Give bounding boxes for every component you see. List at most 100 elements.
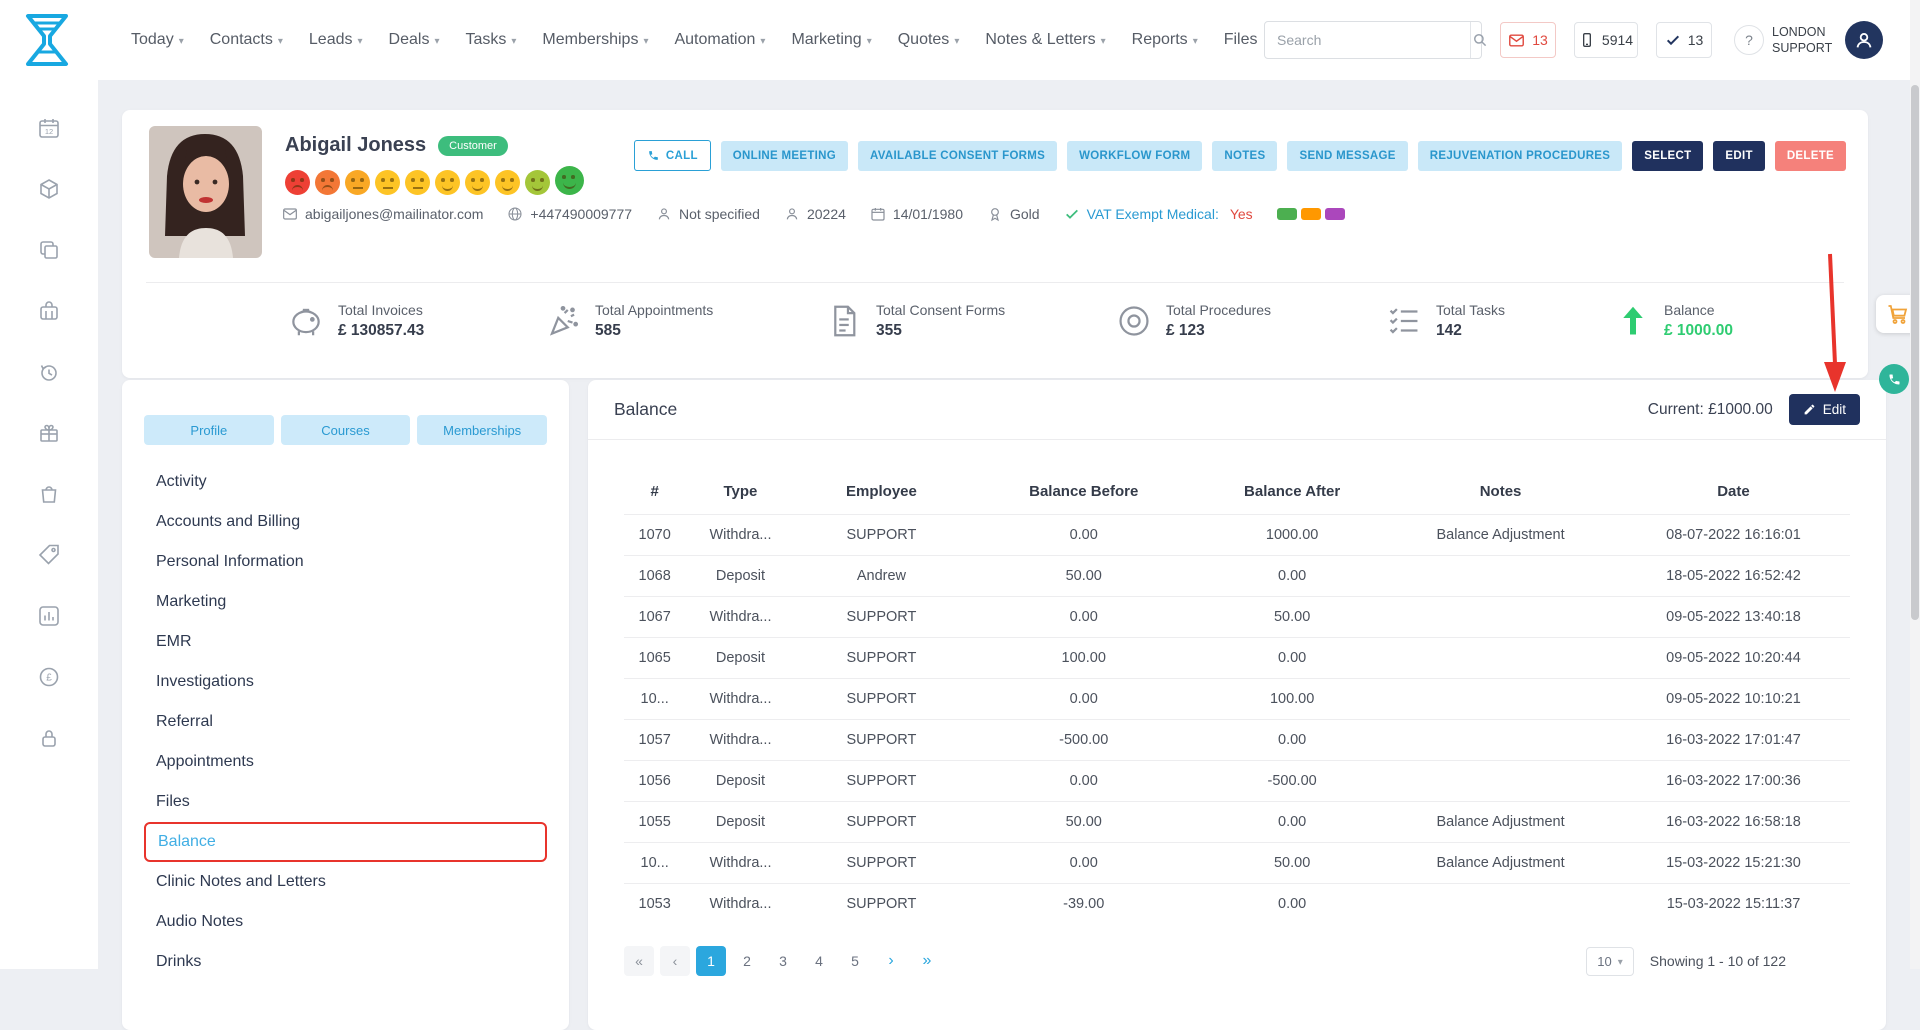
globe-icon (507, 206, 523, 222)
table-row[interactable]: 1056 Deposit SUPPORT 0.00 -500.00 16-03-… (624, 760, 1850, 801)
action-button[interactable]: WORKFLOW FORM (1067, 141, 1202, 171)
shopping-bag-icon[interactable] (37, 482, 61, 506)
profile-section-item[interactable]: Clinic Notes and Letters (144, 862, 547, 902)
emotion-face-icon[interactable] (495, 170, 520, 195)
emotion-face-icon[interactable] (555, 166, 584, 195)
emotion-face-icon[interactable] (525, 170, 550, 195)
emotion-face-icon[interactable] (285, 170, 310, 195)
action-button[interactable]: ONLINE MEETING (721, 141, 848, 171)
table-row[interactable]: 1065 Deposit SUPPORT 100.00 0.00 09-05-2… (624, 637, 1850, 678)
chevron-down-icon: ▾ (1618, 957, 1623, 968)
profile-tab[interactable]: Courses (281, 415, 411, 445)
next-page-button[interactable]: › (876, 946, 906, 976)
table-row[interactable]: 1057 Withdra... SUPPORT -500.00 0.00 16-… (624, 719, 1850, 760)
lock-icon[interactable] (37, 726, 61, 750)
prev-page-button[interactable]: ‹ (660, 946, 690, 976)
page-size-select[interactable]: 10 ▾ (1586, 947, 1634, 976)
emotion-face-icon[interactable] (375, 170, 400, 195)
profile-section-item[interactable]: Personal Information (144, 542, 547, 582)
nav-item[interactable]: Reports ▾ (1132, 31, 1198, 49)
nav-item[interactable]: Leads ▾ (309, 31, 363, 49)
profile-tab[interactable]: Memberships (417, 415, 547, 445)
help-button[interactable]: ? (1734, 25, 1764, 55)
tag-icon[interactable] (37, 543, 61, 567)
emotion-face-icon[interactable] (405, 170, 430, 195)
delete-button[interactable]: DELETE (1775, 141, 1846, 171)
history-icon[interactable] (37, 360, 61, 384)
call-float-button[interactable] (1879, 364, 1909, 394)
calendar-icon[interactable]: 12 (37, 116, 61, 140)
copy-icon[interactable] (37, 238, 61, 262)
edit-client-button[interactable]: EDIT (1713, 141, 1764, 171)
nav-item[interactable]: Tasks ▾ (465, 31, 516, 49)
call-button[interactable]: CALL (634, 140, 711, 171)
emotion-face-icon[interactable] (315, 170, 340, 195)
profile-section-item[interactable]: Files (144, 782, 547, 822)
emotion-face-icon[interactable] (345, 170, 370, 195)
profile-section-item[interactable]: Audio Notes (144, 902, 547, 942)
table-row[interactable]: 1055 Deposit SUPPORT 50.00 0.00 Balance … (624, 801, 1850, 842)
profile-section-item[interactable]: Referral (144, 702, 547, 742)
profile-section-item[interactable]: Accounts and Billing (144, 502, 547, 542)
nav-item[interactable]: Memberships ▾ (542, 31, 648, 49)
chart-icon[interactable] (37, 604, 61, 628)
table-row[interactable]: 1068 Deposit Andrew 50.00 0.00 18-05-202… (624, 555, 1850, 596)
search-button[interactable] (1470, 22, 1489, 58)
mail-badge[interactable]: 13 (1500, 22, 1556, 58)
table-row[interactable]: 10... Withdra... SUPPORT 0.00 100.00 09-… (624, 678, 1850, 719)
profile-section-item[interactable]: Appointments (144, 742, 547, 782)
page-button[interactable]: 5 (840, 946, 870, 976)
edit-balance-button[interactable]: Edit (1789, 394, 1860, 425)
nav-item[interactable]: Contacts ▾ (210, 31, 283, 49)
task-badge[interactable]: 13 (1656, 22, 1712, 58)
pound-coin-icon[interactable]: £ (37, 665, 61, 689)
action-button[interactable]: REJUVENATION PROCEDURES (1418, 141, 1623, 171)
user-avatar[interactable] (1845, 21, 1883, 59)
profile-section-item[interactable]: EMR (144, 622, 547, 662)
last-page-button[interactable]: » (912, 946, 942, 976)
emotion-face-icon[interactable] (465, 170, 490, 195)
table-row[interactable]: 10... Withdra... SUPPORT 0.00 50.00 Bala… (624, 842, 1850, 883)
profile-section-item[interactable]: Drinks (144, 942, 547, 982)
pencil-icon (1803, 403, 1816, 416)
stat-total-consent-forms: Total Consent Forms355 (825, 302, 1005, 340)
action-button[interactable]: AVAILABLE CONSENT FORMS (858, 141, 1057, 171)
table-row[interactable]: 1053 Withdra... SUPPORT -39.00 0.00 15-0… (624, 883, 1850, 924)
nav-item[interactable]: Automation ▾ (674, 31, 765, 49)
color-tag[interactable] (1301, 208, 1321, 220)
nav-item[interactable]: Quotes ▾ (898, 31, 960, 49)
action-button[interactable]: NOTES (1212, 141, 1277, 171)
app-logo[interactable] (18, 10, 76, 70)
color-tag[interactable] (1277, 208, 1297, 220)
profile-tab[interactable]: Profile (144, 415, 274, 445)
page-button[interactable]: 1 (696, 946, 726, 976)
scrollbar-thumb[interactable] (1911, 85, 1919, 620)
balance-table: # Type Employee Balance Before Balance A… (624, 468, 1850, 924)
nav-item[interactable]: Files (1224, 31, 1263, 49)
profile-sections-panel: ProfileCoursesMemberships Activity Accou… (122, 380, 569, 1030)
select-button[interactable]: SELECT (1632, 141, 1703, 171)
profile-section-item[interactable]: Marketing (144, 582, 547, 622)
nav-item[interactable]: Marketing ▾ (791, 31, 871, 49)
action-button[interactable]: SEND MESSAGE (1287, 141, 1407, 171)
nav-item[interactable]: Today ▾ (131, 31, 184, 49)
profile-section-item[interactable]: Balance (144, 822, 547, 862)
briefcase-icon[interactable] (37, 299, 61, 323)
page-button[interactable]: 3 (768, 946, 798, 976)
search-input[interactable] (1265, 32, 1470, 48)
nav-item[interactable]: Notes & Letters ▾ (985, 31, 1105, 49)
table-row[interactable]: 1067 Withdra... SUPPORT 0.00 50.00 09-05… (624, 596, 1850, 637)
phone-badge[interactable]: 5914 (1574, 22, 1638, 58)
gift-icon[interactable] (37, 421, 61, 445)
page-button[interactable]: 2 (732, 946, 762, 976)
profile-section-item[interactable]: Activity (144, 462, 547, 502)
nav-item[interactable]: Deals ▾ (389, 31, 440, 49)
table-row[interactable]: 1070 Withdra... SUPPORT 0.00 1000.00 Bal… (624, 514, 1850, 555)
first-page-button[interactable]: « (624, 946, 654, 976)
stat-total-tasks: Total Tasks142 (1385, 302, 1505, 340)
profile-section-item[interactable]: Investigations (144, 662, 547, 702)
color-tag[interactable] (1325, 208, 1345, 220)
package-icon[interactable] (37, 177, 61, 201)
page-button[interactable]: 4 (804, 946, 834, 976)
emotion-face-icon[interactable] (435, 170, 460, 195)
